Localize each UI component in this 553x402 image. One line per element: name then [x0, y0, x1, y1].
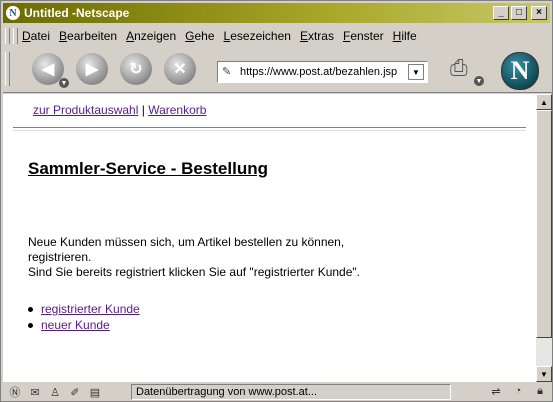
menu-hilfe[interactable]: Hilfe	[393, 29, 417, 43]
back-history-dropdown-icon[interactable]: ▼	[59, 78, 69, 88]
bullet-icon	[28, 306, 33, 312]
info-line-3: Sind Sie bereits registriert klicken Sie…	[28, 265, 360, 279]
menu-extras[interactable]: Extras	[300, 29, 334, 43]
status-bar: Ⓝ ✉ ♙ ✐ ▤ Datenübertragung von www.post.…	[3, 383, 552, 401]
link-registrierter-kunde[interactable]: registrierter Kunde	[41, 301, 140, 317]
nav-separator: |	[141, 103, 145, 117]
menu-datei[interactable]: Datei	[22, 29, 50, 43]
status-text: Datenübertragung von www.post.at...	[131, 384, 451, 400]
vertical-scrollbar[interactable]: ▲ ▼	[536, 94, 552, 382]
netscape-logo[interactable]: N	[501, 52, 539, 90]
menu-bar: Datei Bearbeiten Anzeigen Gehe Lesezeich…	[5, 27, 426, 45]
back-arrow-icon: ◀	[41, 61, 55, 78]
info-line-1: Neue Kunden müssen sich, um Artikel best…	[28, 235, 345, 249]
window-title: Untitled -Netscape	[24, 6, 130, 20]
address-bar[interactable]: ✎ https://www.post.at/bezahlen.jsp ▼	[217, 61, 428, 83]
info-line-2: registrieren.	[28, 250, 92, 264]
customer-options: registrierter Kunde neuer Kunde	[28, 301, 140, 333]
menu-gehe[interactable]: Gehe	[185, 29, 214, 43]
menubar-grip[interactable]	[5, 28, 10, 44]
reload-button[interactable]: ↻	[120, 53, 152, 85]
scrollbar-thumb[interactable]	[536, 110, 552, 338]
online-status-icon[interactable]: ⇌	[488, 384, 504, 398]
top-navigation: zur Produktauswahl | Warenkorb	[33, 103, 206, 117]
printer-icon: ⎙	[450, 55, 468, 80]
mail-icon[interactable]: ✉	[27, 385, 43, 399]
close-button[interactable]: ×	[531, 6, 547, 20]
bookmark-pin-icon[interactable]: ✎	[222, 65, 236, 79]
horizontal-rule	[13, 127, 526, 131]
list-item: registrierter Kunde	[28, 301, 140, 317]
page-title: Sammler-Service - Bestellung	[28, 159, 268, 178]
menu-bearbeiten[interactable]: Bearbeiten	[59, 29, 117, 43]
page-content: zur Produktauswahl | Warenkorb Sammler-S…	[3, 94, 536, 382]
address-input[interactable]: https://www.post.at/bezahlen.jsp	[240, 66, 408, 78]
stop-button[interactable]: ✕	[164, 53, 196, 85]
address-dropdown-icon[interactable]: ▼	[408, 64, 424, 80]
cookie-icon[interactable]: ◔	[510, 384, 526, 398]
status-indicators: ⇌ ◔ 🔒︎	[482, 384, 548, 398]
title-bar: N Untitled -Netscape _ □ ×	[3, 3, 550, 23]
security-lock-icon[interactable]: 🔒︎	[532, 384, 548, 398]
link-warenkorb[interactable]: Warenkorb	[148, 103, 206, 117]
scroll-up-button[interactable]: ▲	[536, 94, 552, 110]
toolbar-divider	[3, 92, 552, 93]
print-dropdown-icon[interactable]: ▼	[474, 76, 484, 86]
toolbar-grip[interactable]	[5, 52, 10, 86]
link-produktauswahl[interactable]: zur Produktauswahl	[33, 103, 138, 117]
list-item: neuer Kunde	[28, 317, 140, 333]
maximize-button[interactable]: □	[511, 6, 527, 20]
netscape-app-icon: N	[6, 6, 20, 20]
scroll-down-button[interactable]: ▼	[536, 366, 552, 382]
forward-button[interactable]: ▶	[76, 53, 108, 85]
composer-icon[interactable]: ✐	[67, 385, 83, 399]
navigator-icon[interactable]: Ⓝ	[7, 385, 23, 399]
back-button[interactable]: ◀ ▼	[32, 53, 69, 88]
browser-window: N Untitled -Netscape _ □ × Datei Bearbei…	[0, 0, 553, 402]
menu-lesezeichen[interactable]: Lesezeichen	[224, 29, 291, 43]
stop-icon: ✕	[173, 61, 187, 78]
minimize-button[interactable]: _	[493, 6, 509, 20]
instant-messenger-icon[interactable]: ♙	[47, 385, 63, 399]
reload-icon: ↻	[129, 61, 143, 78]
menubar-grip-2[interactable]	[13, 28, 18, 44]
address-book-icon[interactable]: ▤	[87, 385, 103, 399]
forward-arrow-icon: ▶	[85, 61, 99, 78]
bullet-icon	[28, 322, 33, 328]
menu-fenster[interactable]: Fenster	[343, 29, 384, 43]
menu-anzeigen[interactable]: Anzeigen	[126, 29, 176, 43]
link-neuer-kunde[interactable]: neuer Kunde	[41, 317, 110, 333]
info-text: Neue Kunden müssen sich, um Artikel best…	[28, 235, 360, 280]
print-button[interactable]: ⎙ ▼	[450, 55, 484, 86]
